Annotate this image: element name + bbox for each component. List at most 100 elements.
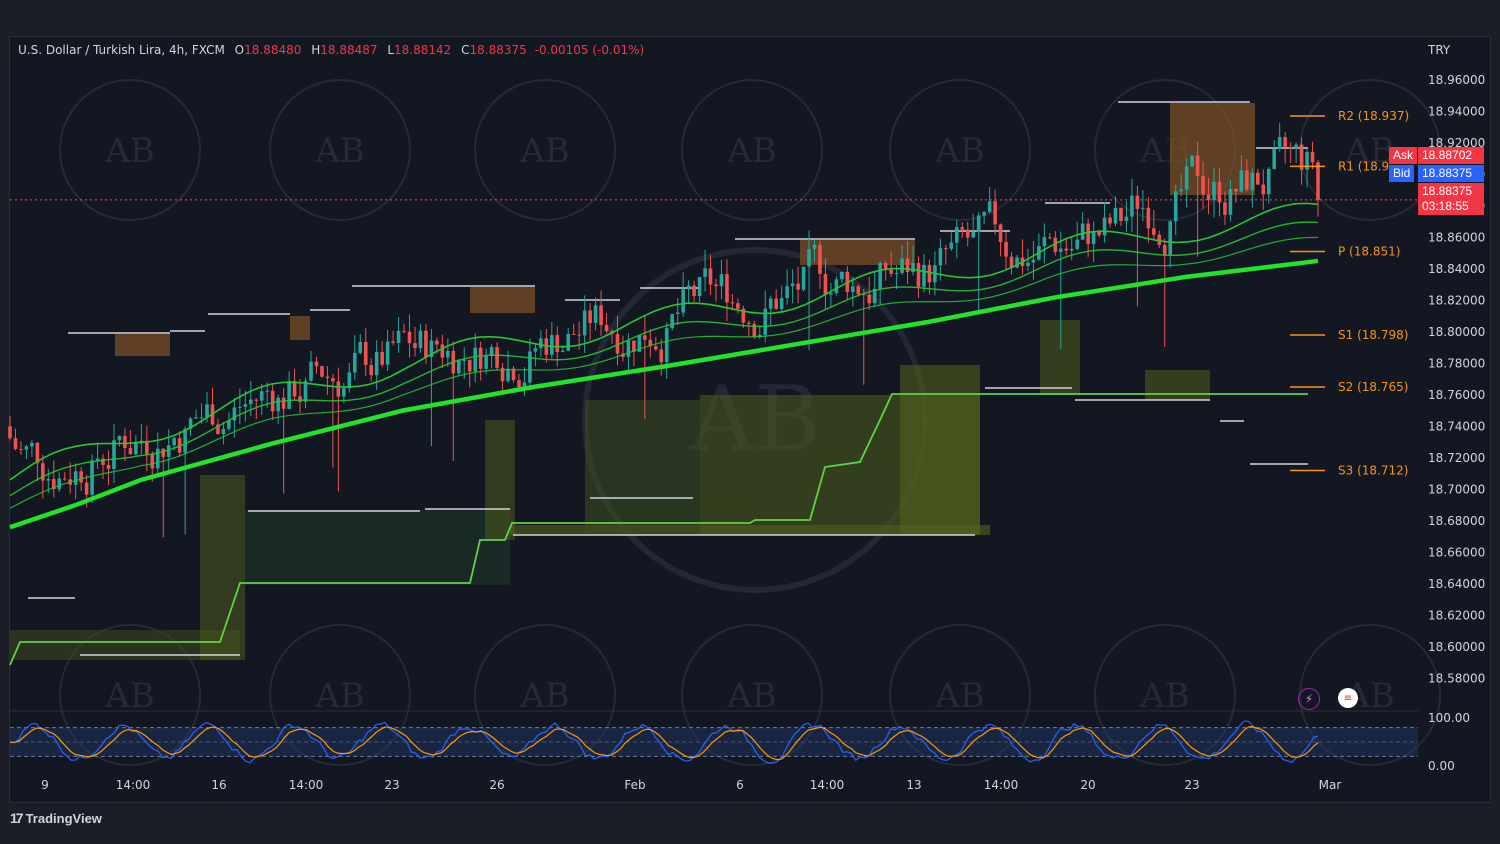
x-tick-label: 14:00 (116, 778, 151, 792)
candle-body (199, 417, 204, 419)
candle-body (446, 350, 450, 358)
candle-body (1108, 217, 1112, 224)
pivot-label: S1 (18.798) (1338, 328, 1408, 342)
candle-body (582, 310, 587, 336)
candle-body (796, 283, 800, 290)
candle-body (325, 376, 330, 379)
candle-body (960, 227, 965, 230)
candle-body (517, 380, 521, 387)
ask-price-badge: 18.88702 (1418, 147, 1484, 164)
high-label: H (311, 43, 321, 57)
candle-body (281, 397, 286, 409)
high-value: 18.88487 (320, 43, 378, 57)
bid-label-badge: Bid (1389, 165, 1415, 182)
candle-body (238, 406, 242, 408)
candle-body (396, 330, 401, 343)
candle-body (697, 277, 702, 297)
candle-body (352, 352, 357, 373)
candle-body (292, 380, 297, 397)
candle-body (1130, 195, 1134, 217)
range-fill (1040, 320, 1080, 395)
candle-body (270, 390, 275, 412)
currency-label[interactable]: TRY (1428, 43, 1450, 57)
symbol-name: U.S. Dollar / Turkish Lira, 4h, FXCM (18, 43, 225, 57)
candle-body (987, 201, 992, 212)
candle-body (993, 201, 997, 225)
candle-body (971, 231, 976, 238)
candle-body (1058, 248, 1063, 252)
candle-body (418, 330, 423, 349)
candle-body (840, 271, 844, 280)
bid-price-badge: 18.88375 (1418, 165, 1484, 182)
candle-body (664, 328, 669, 363)
watermark-text: AB (934, 676, 985, 716)
y-tick-label: 18.70000 (1428, 482, 1485, 496)
candle-body (703, 268, 707, 278)
candle-body (117, 435, 122, 441)
x-tick-label: 26 (489, 778, 504, 792)
candle-body (1042, 237, 1047, 247)
candle-body (812, 244, 817, 250)
pivot-label: R1 (18.9 (1338, 159, 1389, 173)
candle-body (829, 293, 833, 295)
watermark-text: AB (314, 676, 365, 716)
resistance-fill (115, 334, 170, 356)
candle-body (46, 479, 51, 481)
candle-body (467, 359, 472, 372)
us-flag-icon[interactable]: ≡ (1338, 688, 1358, 708)
candle-body (670, 313, 675, 329)
candle-body (347, 372, 352, 389)
candle-body (1212, 181, 1216, 200)
candle-body (1064, 248, 1069, 251)
candle-body (1069, 248, 1074, 251)
candle-body (484, 355, 488, 369)
candle-body (511, 368, 516, 381)
y-tick-label: 18.94000 (1428, 104, 1485, 118)
x-tick-label: 6 (736, 778, 744, 792)
price-chart[interactable]: ABABABABABABABABABABABABABABAB R2 (18.93… (0, 0, 1500, 844)
lightning-icon[interactable]: ⚡ (1298, 688, 1320, 710)
candle-body (150, 454, 155, 469)
candle-body (1135, 195, 1140, 209)
resistance-fill (800, 240, 915, 265)
candle-body (172, 438, 176, 446)
x-tick-label: 14:00 (810, 778, 845, 792)
candle-body (363, 341, 368, 365)
candle-body (1168, 221, 1173, 256)
candle-body (725, 274, 729, 303)
candle-body (183, 428, 187, 453)
candle-body (851, 286, 855, 292)
x-tick-label: 20 (1080, 778, 1095, 792)
candle-body (533, 348, 538, 352)
candle-body (1239, 170, 1244, 192)
candle-body (834, 279, 839, 294)
candle-body (342, 388, 346, 397)
candle-body (298, 396, 302, 402)
y-tick-label: 18.58000 (1428, 671, 1485, 685)
x-tick-label: 23 (1184, 778, 1199, 792)
candle-body (1075, 239, 1079, 249)
candle-body (128, 448, 133, 455)
candle-body (730, 302, 735, 304)
candle-body (1152, 228, 1156, 235)
candle-body (856, 286, 861, 295)
candle-body (489, 346, 494, 356)
tradingview-logo[interactable]: 17 TradingView (10, 810, 102, 826)
candle-body (1234, 188, 1238, 192)
y-tick-label: 18.82000 (1428, 293, 1485, 307)
candle-body (599, 305, 603, 325)
candle-body (708, 268, 713, 285)
candle-body (1119, 207, 1123, 222)
candle-body (478, 347, 483, 369)
y-tick-label: 18.72000 (1428, 451, 1485, 465)
candle-body (686, 285, 691, 290)
candle-body (1288, 146, 1293, 149)
x-tick-label: 14:00 (984, 778, 1019, 792)
range-fill (1145, 370, 1210, 400)
candle-body (1086, 223, 1090, 245)
close-value: 18.88375 (469, 43, 527, 57)
candle-body (506, 368, 510, 382)
x-tick-label: 23 (384, 778, 399, 792)
candle-body (331, 378, 335, 382)
x-tick-label: Feb (624, 778, 645, 792)
